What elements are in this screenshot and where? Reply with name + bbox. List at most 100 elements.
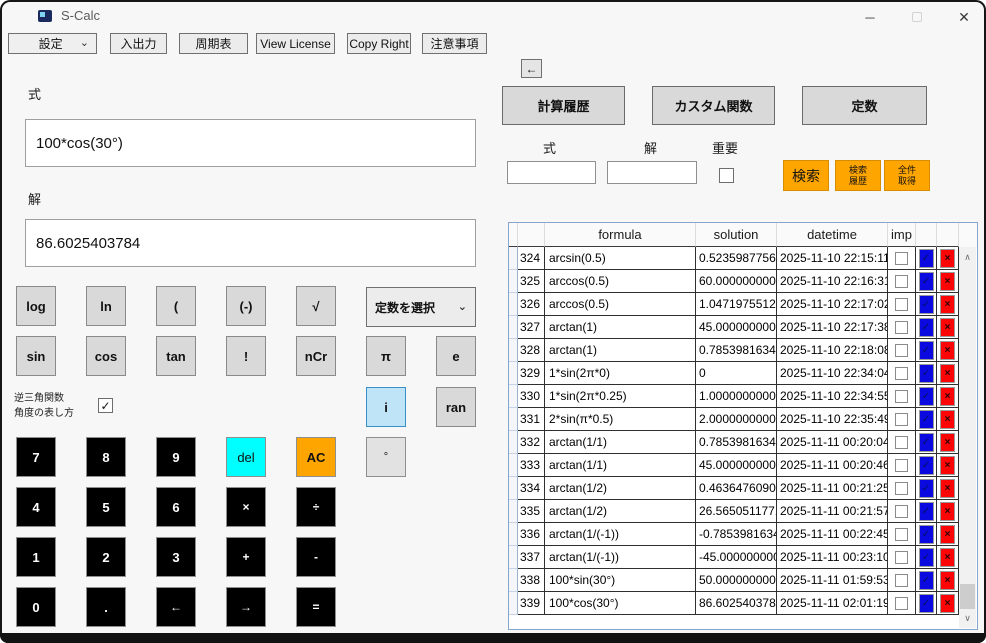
mark-important-button[interactable]: ✓ <box>919 364 934 383</box>
delete-key[interactable]: del <box>226 437 266 477</box>
pi-key[interactable]: π <box>366 336 406 376</box>
negate-key[interactable]: (-) <box>226 286 266 326</box>
key-9[interactable]: 9 <box>156 437 196 477</box>
important-checkbox[interactable] <box>895 505 908 518</box>
tab-calc-history[interactable]: 計算履歴 <box>502 86 625 125</box>
scroll-down-icon[interactable]: ∨ <box>959 610 976 626</box>
sqrt-key[interactable]: √ <box>296 286 336 326</box>
key-1[interactable]: 1 <box>16 537 56 577</box>
io-button[interactable]: 入出力 <box>110 33 167 54</box>
e-key[interactable]: e <box>436 336 476 376</box>
open-paren-key[interactable]: ( <box>156 286 196 326</box>
cursor-left-key[interactable]: ← <box>156 587 196 627</box>
important-checkbox[interactable] <box>895 551 908 564</box>
delete-row-button[interactable]: × <box>940 594 955 613</box>
decimal-key[interactable]: . <box>86 587 126 627</box>
important-checkbox[interactable] <box>895 436 908 449</box>
minimize-button[interactable]: ─ <box>853 6 887 28</box>
key-7[interactable]: 7 <box>16 437 56 477</box>
tab-constants[interactable]: 定数 <box>802 86 927 125</box>
key-6[interactable]: 6 <box>156 487 196 527</box>
mark-important-button[interactable]: ✓ <box>919 272 934 291</box>
key-4[interactable]: 4 <box>16 487 56 527</box>
scroll-up-icon[interactable]: ∧ <box>959 249 976 265</box>
delete-row-button[interactable]: × <box>940 364 955 383</box>
copyright-button[interactable]: Copy Right <box>347 33 411 54</box>
delete-row-button[interactable]: × <box>940 548 955 567</box>
important-checkbox[interactable] <box>895 413 908 426</box>
mark-important-button[interactable]: ✓ <box>919 318 934 337</box>
mark-important-button[interactable]: ✓ <box>919 479 934 498</box>
key-5[interactable]: 5 <box>86 487 126 527</box>
close-button[interactable]: ✕ <box>947 6 981 28</box>
important-checkbox[interactable] <box>895 528 908 541</box>
search-button[interactable]: 検索 <box>783 160 829 191</box>
delete-row-button[interactable]: × <box>940 479 955 498</box>
search-solution-input[interactable] <box>607 161 697 184</box>
divide-key[interactable]: ÷ <box>296 487 336 527</box>
search-important-checkbox[interactable] <box>719 168 734 183</box>
tan-key[interactable]: tan <box>156 336 196 376</box>
mark-important-button[interactable]: ✓ <box>919 594 934 613</box>
delete-row-button[interactable]: × <box>940 525 955 544</box>
key-3[interactable]: 3 <box>156 537 196 577</box>
sin-key[interactable]: sin <box>16 336 56 376</box>
search-formula-input[interactable] <box>507 161 596 184</box>
mark-important-button[interactable]: ✓ <box>919 433 934 452</box>
ncr-key[interactable]: nCr <box>296 336 336 376</box>
important-checkbox[interactable] <box>895 252 908 265</box>
delete-row-button[interactable]: × <box>940 387 955 406</box>
solution-input[interactable] <box>25 219 476 267</box>
important-checkbox[interactable] <box>895 275 908 288</box>
log-key[interactable]: log <box>16 286 56 326</box>
delete-row-button[interactable]: × <box>940 571 955 590</box>
tab-custom-functions[interactable]: カスタム関数 <box>652 86 775 125</box>
delete-row-button[interactable]: × <box>940 318 955 337</box>
mark-important-button[interactable]: ✓ <box>919 456 934 475</box>
degree-key[interactable]: ° <box>366 437 406 477</box>
equals-key[interactable]: = <box>296 587 336 627</box>
cos-key[interactable]: cos <box>86 336 126 376</box>
subtract-key[interactable]: - <box>296 537 336 577</box>
multiply-key[interactable]: × <box>226 487 266 527</box>
header-formula[interactable]: formula <box>545 223 696 247</box>
periodic-table-button[interactable]: 周期表 <box>179 33 248 54</box>
key-0[interactable]: 0 <box>16 587 56 627</box>
delete-row-button[interactable]: × <box>940 272 955 291</box>
mark-important-button[interactable]: ✓ <box>919 387 934 406</box>
important-checkbox[interactable] <box>895 482 908 495</box>
delete-row-button[interactable]: × <box>940 456 955 475</box>
imaginary-key[interactable]: i <box>366 387 406 427</box>
important-checkbox[interactable] <box>895 459 908 472</box>
mark-important-button[interactable]: ✓ <box>919 571 934 590</box>
settings-dropdown[interactable]: 設定 ⌄ <box>8 33 97 54</box>
all-clear-key[interactable]: AC <box>296 437 336 477</box>
search-history-button[interactable]: 検索履歴 <box>835 160 881 191</box>
mark-important-button[interactable]: ✓ <box>919 502 934 521</box>
ln-key[interactable]: ln <box>86 286 126 326</box>
mark-important-button[interactable]: ✓ <box>919 548 934 567</box>
delete-row-button[interactable]: × <box>940 341 955 360</box>
delete-row-button[interactable]: × <box>940 502 955 521</box>
important-checkbox[interactable] <box>895 344 908 357</box>
delete-row-button[interactable]: × <box>940 249 955 268</box>
mark-important-button[interactable]: ✓ <box>919 525 934 544</box>
important-checkbox[interactable] <box>895 321 908 334</box>
random-key[interactable]: ran <box>436 387 476 427</box>
fetch-all-button[interactable]: 全件取得 <box>884 160 930 191</box>
delete-row-button[interactable]: × <box>940 410 955 429</box>
header-solution[interactable]: solution <box>696 223 777 247</box>
scrollbar-thumb[interactable] <box>960 584 975 609</box>
important-checkbox[interactable] <box>895 574 908 587</box>
constant-select[interactable]: 定数を選択 ⌄ <box>366 287 476 327</box>
key-2[interactable]: 2 <box>86 537 126 577</box>
mark-important-button[interactable]: ✓ <box>919 295 934 314</box>
collapse-panel-button[interactable]: ← <box>521 59 542 78</box>
table-scrollbar[interactable]: ∧ ∨ <box>959 247 976 628</box>
delete-row-button[interactable]: × <box>940 433 955 452</box>
notes-button[interactable]: 注意事項 <box>422 33 487 54</box>
important-checkbox[interactable] <box>895 298 908 311</box>
important-checkbox[interactable] <box>895 390 908 403</box>
delete-row-button[interactable]: × <box>940 295 955 314</box>
important-checkbox[interactable] <box>895 367 908 380</box>
